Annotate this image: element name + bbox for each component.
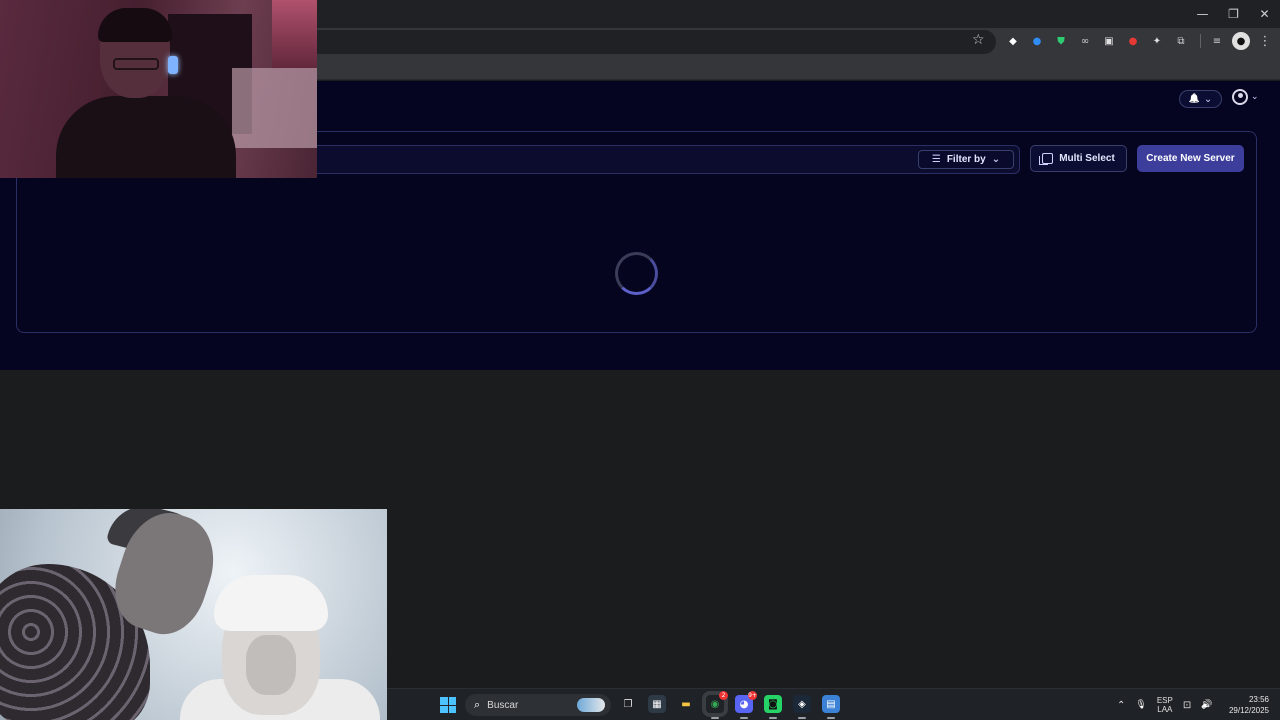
discord-icon[interactable]: ◕ 9+ (735, 691, 757, 719)
clock-time: 23:56 (1248, 695, 1269, 704)
bell-icon: 🔔 (1188, 94, 1200, 104)
headset-light (168, 56, 178, 74)
minimize-button[interactable]: — (1187, 0, 1218, 28)
user-avatar-icon (1232, 89, 1248, 105)
store-icon[interactable]: ▦ (648, 695, 666, 713)
notepad-icon[interactable]: ▤ (822, 695, 840, 719)
webcam-overlay (0, 0, 317, 178)
filter-by-button[interactable]: ☰ Filter by ⌄ (918, 150, 1014, 169)
streamer-body (56, 96, 236, 178)
file-explorer-icon[interactable]: ▬ (677, 695, 695, 713)
taskbar-search[interactable]: ⌕ Buscar (465, 694, 611, 716)
ext-glasses-icon[interactable]: ∞ (1076, 32, 1094, 50)
bookmark-star-icon[interactable]: ☆ (972, 32, 985, 48)
chrome-icon[interactable]: ◉ 2 (702, 691, 728, 719)
taskbar-apps: ❐ ▦ ▬ ◉ 2 ◕ 9+ ◙ ◈ ▤ (619, 691, 840, 719)
taskbar-clock[interactable]: 23:56 29/12/2025 (1225, 694, 1269, 716)
search-highlight-image (577, 698, 605, 712)
task-view-icon[interactable]: ❐ (619, 695, 637, 713)
clock-date: 29/12/2025 (1228, 706, 1269, 715)
menu-icon[interactable]: ⋮ (1256, 32, 1274, 50)
language-indicator[interactable]: ESP LAA (1157, 696, 1173, 714)
multi-select-icon (1039, 153, 1054, 165)
create-new-server-button[interactable]: Create New Server (1137, 145, 1244, 172)
filter-icon: ☰ (931, 154, 941, 165)
extensions-row: ◆ ● ⛊ ∞ ▣ ● ✦ ⧉ (1004, 32, 1190, 50)
chevron-down-icon: ⌄ (1251, 92, 1259, 102)
notification-badge: 2 (719, 691, 728, 700)
webcam-shelf (232, 68, 317, 148)
reading-list-icon[interactable]: ≡ (1208, 32, 1226, 50)
ext-gear-icon[interactable]: ✦ (1148, 32, 1166, 50)
tray-overflow-chevron-icon[interactable]: ⌃ (1117, 700, 1125, 711)
ext-blue-icon[interactable]: ● (1028, 32, 1046, 50)
toolbar-divider (1200, 34, 1201, 48)
restore-button[interactable]: ❐ (1218, 0, 1249, 28)
microphone-icon[interactable]: 🎙 (1135, 700, 1146, 710)
meme-elder-hair (214, 575, 328, 631)
volume-icon[interactable]: 🔊 (1201, 700, 1212, 710)
ext-box-icon[interactable]: ▣ (1100, 32, 1118, 50)
taskbar: ⌕ Buscar ❐ ▦ ▬ ◉ 2 ◕ 9+ ◙ ◈ ▤ ⌃ 🎙 ESP LAA ⊡ 🔊 23:… (387, 688, 1280, 720)
multi-select-button[interactable]: Multi Select (1030, 145, 1127, 172)
language-code: ESP (1156, 696, 1173, 705)
whatsapp-icon[interactable]: ◙ (764, 695, 782, 719)
windows-start-icon[interactable] (440, 697, 456, 713)
streamer-hair (98, 8, 172, 42)
ext-shield-icon[interactable]: ⛊ (1052, 32, 1070, 50)
notification-badge: 9+ (748, 691, 757, 700)
filter-by-label: Filter by (946, 154, 986, 165)
network-icon[interactable]: ⊡ (1183, 700, 1191, 711)
chevron-down-icon: ⌄ (1203, 93, 1213, 105)
meme-elder-face (246, 635, 296, 695)
ext-red-icon[interactable]: ● (1124, 32, 1142, 50)
create-new-server-label: Create New Server (1146, 153, 1235, 164)
profile-avatar[interactable]: ● (1232, 32, 1250, 50)
multi-select-label: Multi Select (1059, 153, 1115, 164)
webcam-light (272, 0, 317, 70)
search-icon: ⌕ (474, 698, 481, 711)
extensions-puzzle-icon[interactable]: ⧉ (1172, 32, 1190, 50)
keyboard-layout: LAA (1157, 705, 1173, 714)
close-button[interactable]: ✕ (1249, 0, 1280, 28)
window-controls: — ❐ ✕ (1187, 0, 1280, 28)
streamer-glasses (113, 58, 159, 70)
system-tray: ⌃ 🎙 ESP LAA ⊡ 🔊 (1117, 696, 1212, 714)
ext-diamond-icon[interactable]: ◆ (1004, 32, 1022, 50)
notifications-button[interactable]: 🔔 ⌄ (1179, 90, 1222, 108)
taskbar-search-label: Buscar (487, 699, 519, 711)
meme-image-overlay (0, 509, 387, 720)
chevron-down-icon: ⌄ (991, 154, 1001, 165)
steam-icon[interactable]: ◈ (793, 695, 811, 719)
loading-spinner (615, 252, 658, 295)
user-menu-button[interactable]: ⌄ (1232, 89, 1259, 105)
